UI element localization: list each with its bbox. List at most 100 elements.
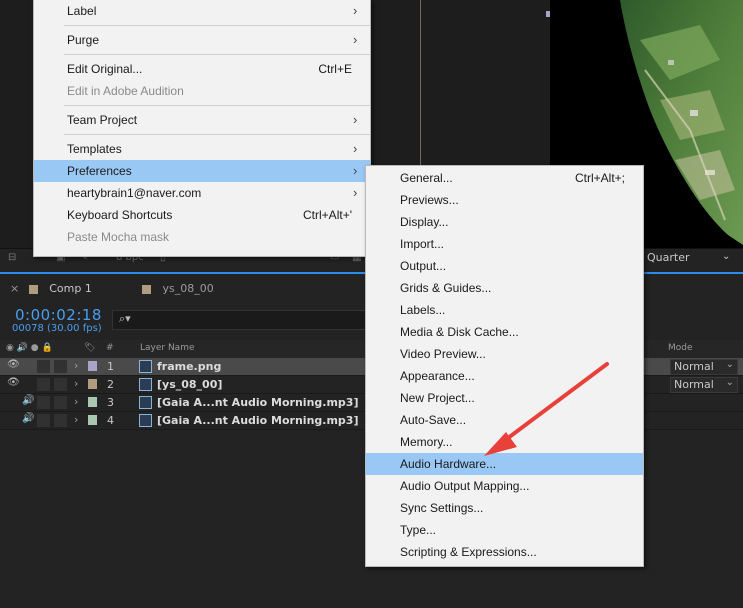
- label-color-swatch[interactable]: [88, 415, 97, 425]
- menu-item-label: Output...: [400, 259, 447, 273]
- pref-item-video-preview[interactable]: Video Preview...: [366, 343, 643, 365]
- menu-item-edit-original[interactable]: Edit Original... Ctrl+E: [34, 58, 370, 80]
- menu-item-label: Appearance...: [400, 369, 475, 383]
- chevron-right-icon: ›: [353, 163, 358, 178]
- menu-item-label: Labels...: [400, 303, 446, 317]
- tab-label: Comp 1: [49, 282, 92, 295]
- pref-item-import[interactable]: Import...: [366, 233, 643, 255]
- menu-item-label: Team Project: [67, 113, 138, 127]
- menu-item-shortcut: Ctrl+Alt+': [303, 208, 352, 222]
- layer-name[interactable]: [Gaia A...nt Audio Morning.mp3]: [157, 414, 358, 427]
- menu-item-team-project[interactable]: Team Project ›: [34, 109, 370, 131]
- blend-mode-select[interactable]: Normal ⌄: [670, 359, 738, 375]
- menu-item-keyboard-shortcuts[interactable]: Keyboard Shortcuts Ctrl+Alt+': [34, 204, 370, 226]
- pref-item-general[interactable]: General... Ctrl+Alt+;: [366, 167, 643, 189]
- menu-item-label[interactable]: Label ›: [34, 0, 370, 22]
- pref-item-grids-guides[interactable]: Grids & Guides...: [366, 277, 643, 299]
- menu-separator: [64, 134, 370, 135]
- resolution-select[interactable]: Quarter: [647, 251, 690, 264]
- menu-item-label: General...: [400, 171, 453, 185]
- blend-mode-value: Normal: [674, 378, 714, 391]
- chevron-right-icon[interactable]: ›: [74, 359, 78, 372]
- audio-file-icon: [139, 396, 152, 409]
- solo-switch[interactable]: [37, 414, 50, 427]
- menu-item-label: Previews...: [400, 193, 459, 207]
- tab-ys-08-00[interactable]: ys_08_00: [142, 282, 214, 295]
- menu-item-label: Media & Disk Cache...: [400, 325, 519, 339]
- menu-separator: [64, 25, 370, 26]
- chevron-right-icon: ›: [353, 141, 358, 156]
- comp-color-swatch: [142, 284, 151, 294]
- blend-mode-select[interactable]: Normal ⌄: [670, 377, 738, 393]
- label-color-swatch[interactable]: [88, 379, 97, 389]
- edit-menu: Label › Purge › Edit Original... Ctrl+E Edit i…: [33, 0, 371, 257]
- eye-icon[interactable]: 👁: [7, 377, 21, 388]
- label-color-swatch[interactable]: [88, 361, 97, 371]
- tab-label: ys_08_00: [162, 282, 214, 295]
- menu-item-label: Scripting & Expressions...: [400, 545, 537, 559]
- menu-item-label: Purge: [67, 33, 100, 47]
- solo-switch[interactable]: [37, 378, 50, 391]
- pref-item-audio-output-mapping[interactable]: Audio Output Mapping...: [366, 475, 643, 497]
- menu-item-label: Auto-Save...: [400, 413, 467, 427]
- menu-item-label: Video Preview...: [400, 347, 486, 361]
- chevron-down-icon[interactable]: ⌄: [722, 251, 730, 262]
- chevron-right-icon[interactable]: ›: [74, 413, 78, 426]
- layer-number: 4: [107, 414, 114, 427]
- menu-item-label: Edit in Adobe Audition: [67, 84, 184, 98]
- menu-item-label: Display...: [400, 215, 449, 229]
- speaker-icon[interactable]: 🔊: [22, 413, 36, 424]
- pref-item-audio-hardware[interactable]: Audio Hardware...: [366, 453, 643, 475]
- blend-mode-value: Normal: [674, 360, 714, 373]
- layer-name[interactable]: [ys_08_00]: [157, 378, 222, 391]
- chevron-right-icon: ›: [353, 185, 358, 200]
- solo-switch[interactable]: [37, 360, 50, 373]
- menu-item-purge[interactable]: Purge ›: [34, 29, 370, 51]
- pref-item-type[interactable]: Type...: [366, 519, 643, 541]
- menu-item-label: Label: [67, 4, 97, 18]
- pref-item-memory[interactable]: Memory...: [366, 431, 643, 453]
- menu-item-heartybrain1-naver-com[interactable]: heartybrain1@naver.com ›: [34, 182, 370, 204]
- pref-item-previews[interactable]: Previews...: [366, 189, 643, 211]
- layer-search-input[interactable]: ⌕▾: [112, 310, 370, 330]
- current-time-display[interactable]: 0:00:02:18: [15, 306, 102, 324]
- menu-item-preferences[interactable]: Preferences ›: [34, 160, 370, 182]
- lock-switch[interactable]: [54, 396, 67, 409]
- close-icon[interactable]: ×: [10, 282, 19, 295]
- pref-item-output[interactable]: Output...: [366, 255, 643, 277]
- tab-comp-1[interactable]: × Comp 1: [10, 282, 92, 295]
- menu-item-paste-mocha-mask: Paste Mocha mask: [34, 226, 370, 248]
- layer-name[interactable]: [Gaia A...nt Audio Morning.mp3]: [157, 396, 358, 409]
- label-column-icon: 🏷: [84, 343, 96, 353]
- solo-switch[interactable]: [37, 396, 50, 409]
- number-column: #: [106, 343, 114, 353]
- pref-item-display[interactable]: Display...: [366, 211, 643, 233]
- speaker-icon[interactable]: 🔊: [22, 395, 36, 406]
- layer-name[interactable]: frame.png: [157, 360, 221, 373]
- menu-item-templates[interactable]: Templates ›: [34, 138, 370, 160]
- lock-switch[interactable]: [54, 414, 67, 427]
- menu-item-label: Paste Mocha mask: [67, 230, 170, 244]
- menu-item-label: Preferences: [67, 164, 132, 178]
- lock-switch[interactable]: [54, 360, 67, 373]
- pref-item-labels[interactable]: Labels...: [366, 299, 643, 321]
- pref-item-scripting-expressions[interactable]: Scripting & Expressions...: [366, 541, 643, 563]
- pref-item-media-disk-cache[interactable]: Media & Disk Cache...: [366, 321, 643, 343]
- menu-item-label: Type...: [400, 523, 437, 537]
- magnification-icon[interactable]: ⊟: [8, 252, 16, 265]
- pref-item-new-project[interactable]: New Project...: [366, 387, 643, 409]
- eye-icon[interactable]: 👁: [7, 359, 21, 370]
- layer-name-column[interactable]: Layer Name: [140, 343, 195, 353]
- chevron-right-icon[interactable]: ›: [74, 377, 78, 390]
- pref-item-auto-save[interactable]: Auto-Save...: [366, 409, 643, 431]
- pref-item-appearance[interactable]: Appearance...: [366, 365, 643, 387]
- layer-number: 1: [107, 360, 114, 373]
- menu-separator: [64, 105, 370, 106]
- chevron-right-icon[interactable]: ›: [74, 395, 78, 408]
- menu-item-label: heartybrain1@naver.com: [67, 186, 202, 200]
- label-color-swatch[interactable]: [88, 397, 97, 407]
- lock-switch[interactable]: [54, 378, 67, 391]
- audio-file-icon: [139, 414, 152, 427]
- pref-item-sync-settings[interactable]: Sync Settings...: [366, 497, 643, 519]
- preferences-submenu: General... Ctrl+Alt+; Previews... Display..…: [365, 165, 644, 567]
